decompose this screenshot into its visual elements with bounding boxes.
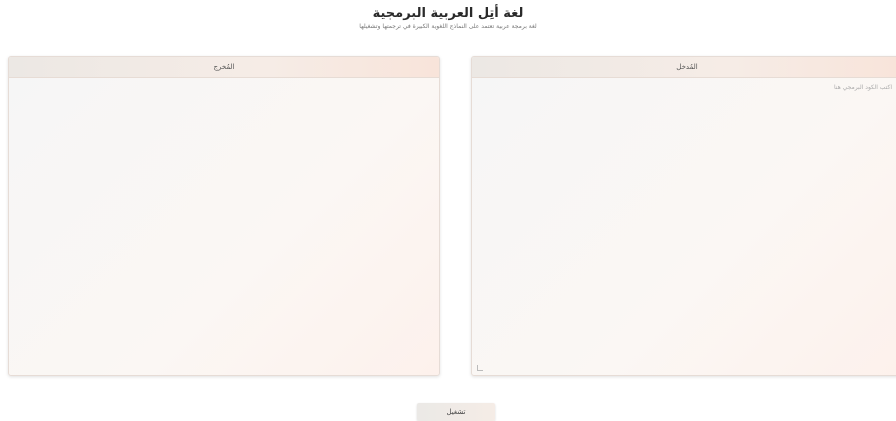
page-title: لغة أتِل العربية البرمجية — [372, 6, 524, 21]
input-panel: المُدخل — [471, 56, 896, 376]
output-area — [9, 78, 439, 375]
page: لغة أتِل العربية البرمجية لغة برمجة عربي… — [0, 0, 896, 421]
page-header: لغة أتِل العربية البرمجية لغة برمجة عربي… — [0, 6, 896, 31]
resize-handle-icon[interactable] — [477, 365, 483, 371]
output-panel-header: المُخرج — [9, 57, 439, 78]
code-input[interactable] — [472, 78, 896, 375]
run-button[interactable]: تشغيل — [417, 403, 495, 421]
input-panel-header: المُدخل — [472, 57, 896, 78]
page-subtitle: لغة برمجة عربية تعتمد على النماذج اللغوي… — [359, 23, 537, 30]
output-panel: المُخرج — [8, 56, 440, 376]
